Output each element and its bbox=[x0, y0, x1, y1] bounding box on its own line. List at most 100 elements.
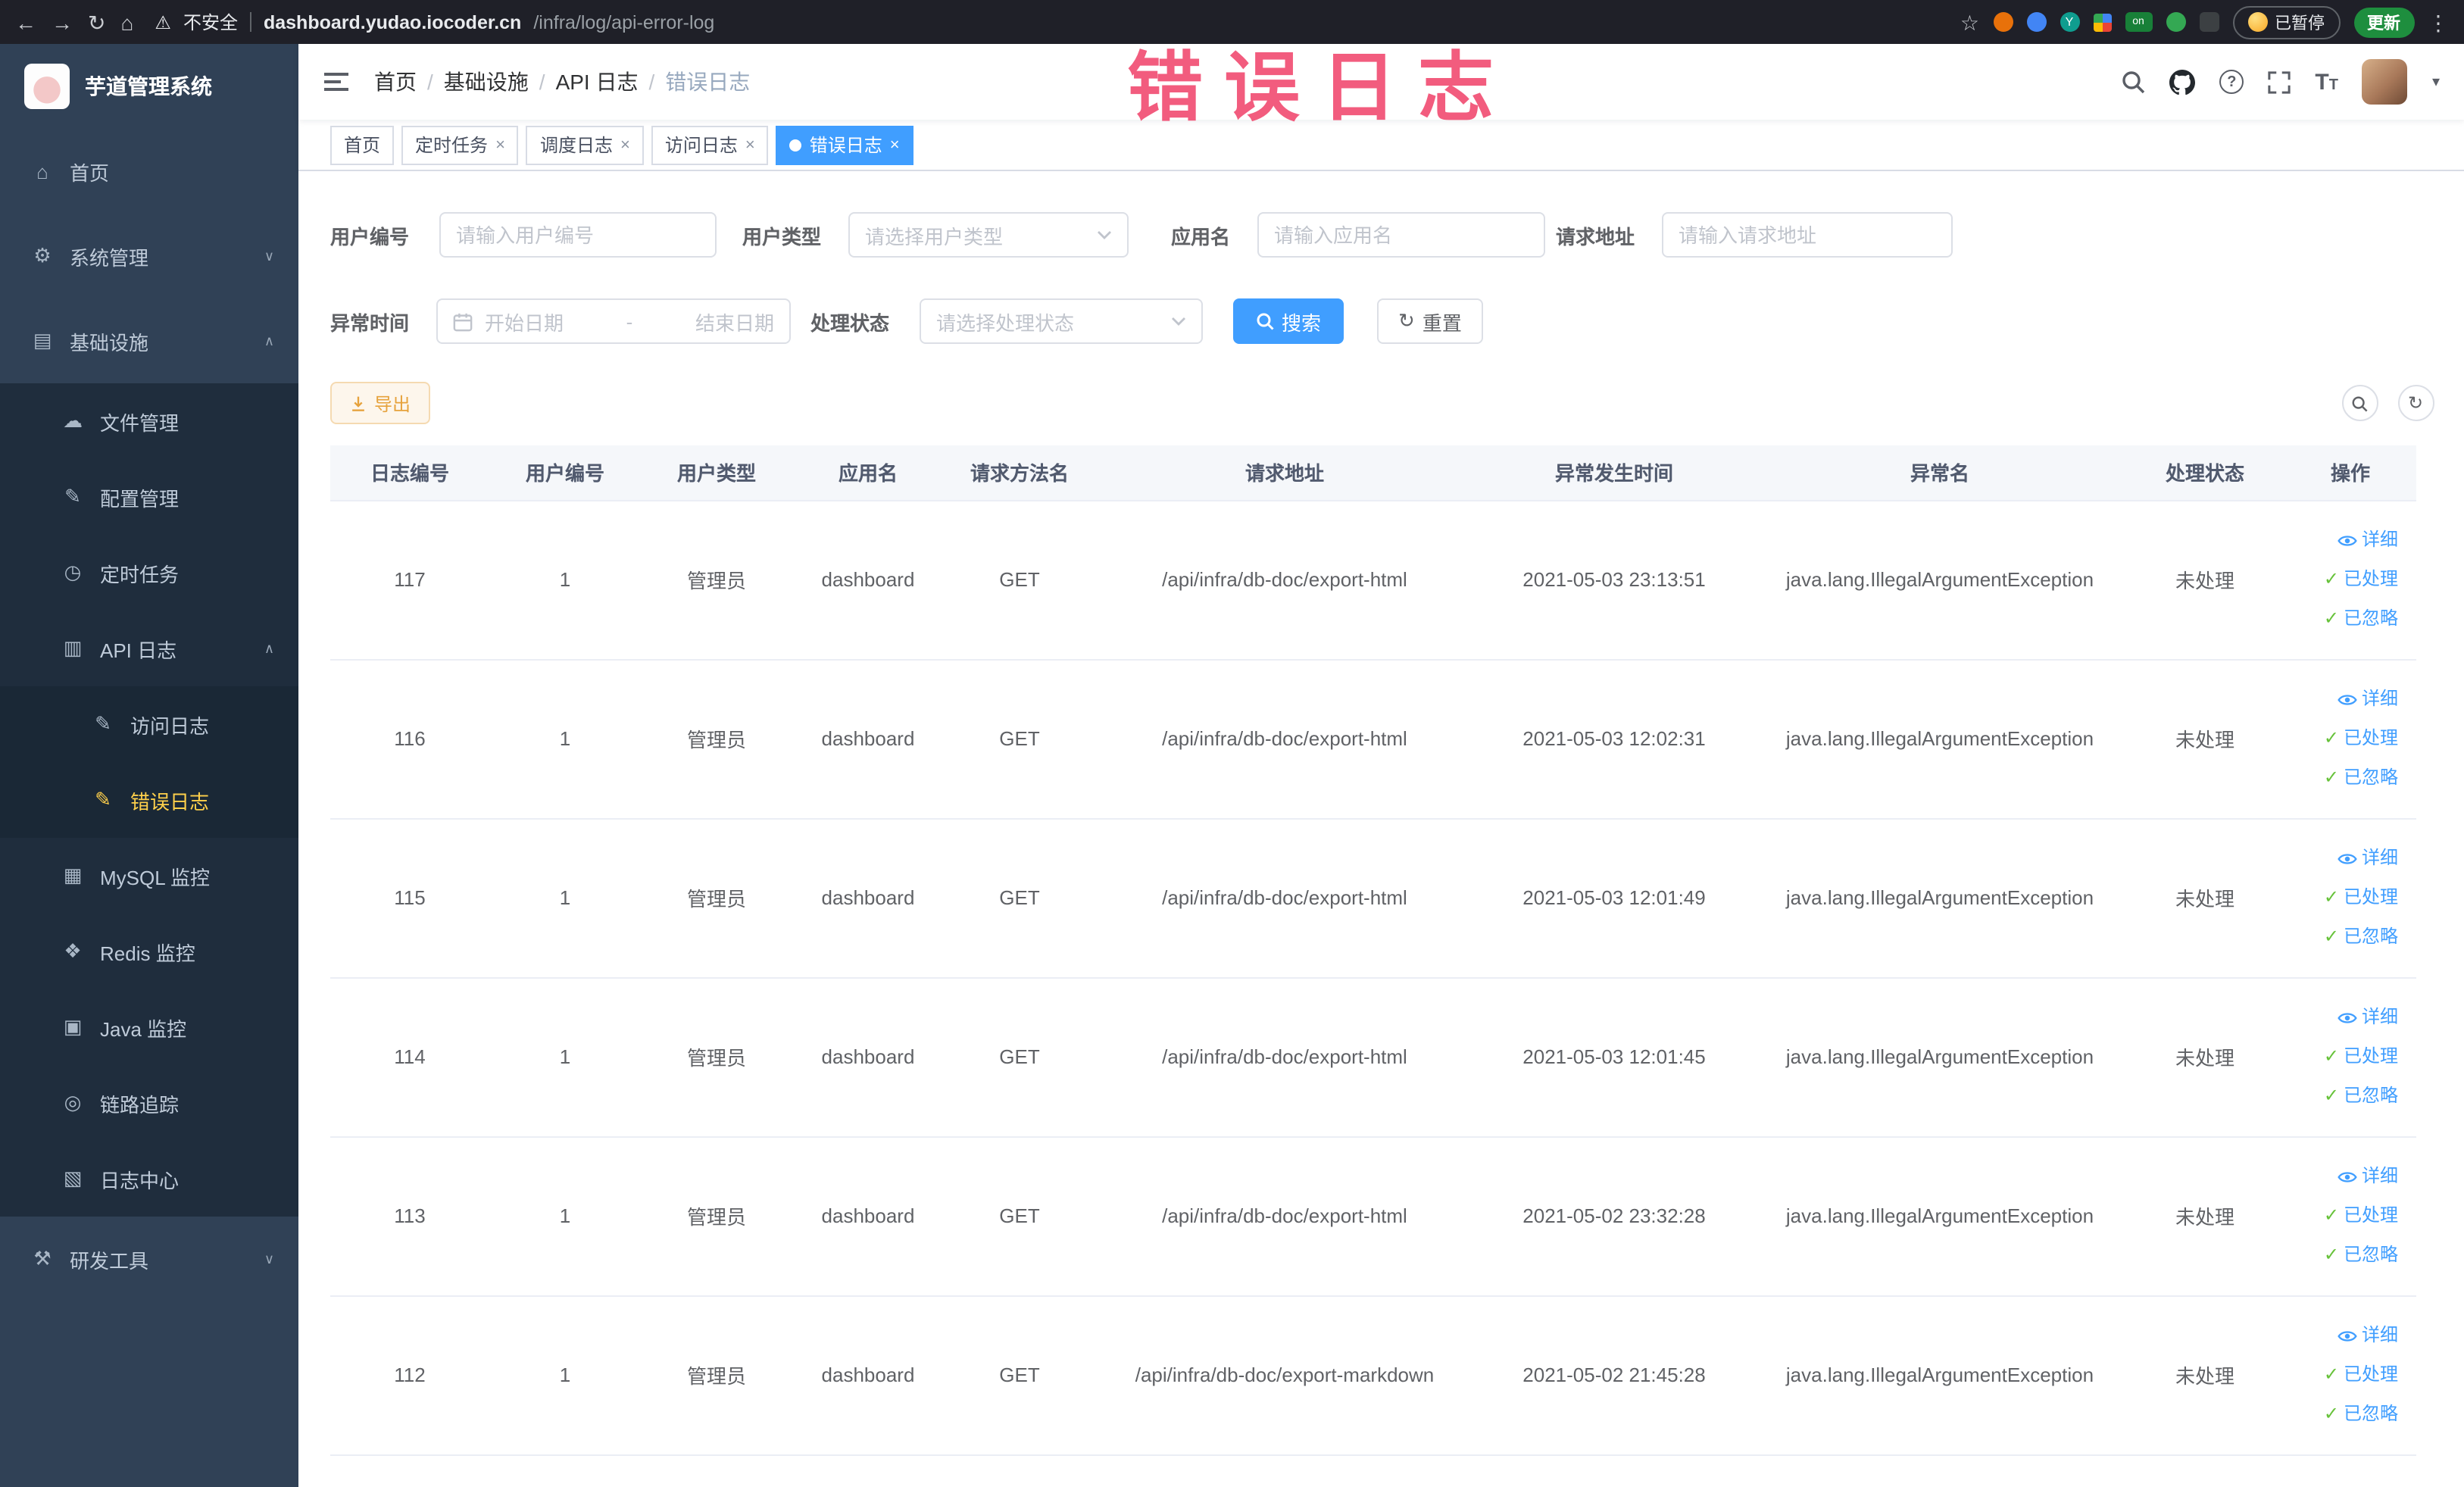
detail-link[interactable]: 详细 bbox=[2338, 839, 2398, 877]
processed-link[interactable]: ✓ 已处理 bbox=[2324, 1356, 2398, 1394]
app-name-field[interactable] bbox=[1257, 212, 1545, 258]
start-date-placeholder[interactable]: 开始日期 bbox=[485, 307, 564, 336]
ignored-link[interactable]: ✓ 已忽略 bbox=[2324, 918, 2398, 956]
back-icon[interactable]: ← bbox=[15, 11, 36, 33]
breadcrumb-item[interactable]: API 日志 bbox=[556, 67, 639, 97]
sidebar-item-infrastructure[interactable]: ▤ 基础设施 ∧ bbox=[0, 298, 298, 383]
user-type-select[interactable]: 请选择用户类型 bbox=[848, 212, 1129, 258]
close-icon[interactable]: × bbox=[890, 136, 900, 154]
update-label: 更新 bbox=[2367, 14, 2400, 33]
processed-link[interactable]: ✓ 已处理 bbox=[2324, 1197, 2398, 1235]
security-label[interactable]: 不安全 bbox=[183, 9, 238, 35]
ignored-link[interactable]: ✓ 已忽略 bbox=[2324, 1236, 2398, 1274]
sidebar-item-file-management[interactable]: ☁ 文件管理 bbox=[0, 383, 298, 459]
sidebar-item-error-log[interactable]: ✎ 错误日志 bbox=[0, 762, 298, 838]
ignored-link[interactable]: ✓ 已忽略 bbox=[2324, 1395, 2398, 1433]
home-icon[interactable]: ⌂ bbox=[120, 11, 133, 33]
caret-down-icon[interactable]: ▾ bbox=[2432, 73, 2440, 90]
processed-link[interactable]: ✓ 已处理 bbox=[2324, 561, 2398, 598]
request-url-field[interactable] bbox=[1662, 212, 1953, 258]
reset-button[interactable]: ↻ 重置 bbox=[1377, 298, 1483, 344]
url-path[interactable]: /infra/log/api-error-log bbox=[533, 11, 714, 33]
tab-access-log[interactable]: 访问日志 × bbox=[651, 125, 769, 164]
detail-link[interactable]: 详细 bbox=[2338, 1317, 2398, 1354]
sidebar-item-log-center[interactable]: ▧ 日志中心 bbox=[0, 1141, 298, 1217]
font-size-icon[interactable]: TT bbox=[2315, 69, 2338, 95]
sidebar-item-redis-monitor[interactable]: ❖ Redis 监控 bbox=[0, 914, 298, 989]
col-status: 处理状态 bbox=[2125, 445, 2284, 501]
user-avatar[interactable] bbox=[2362, 59, 2408, 105]
tab-error-log[interactable]: 错误日志 × bbox=[776, 125, 913, 164]
profile-paused-chip[interactable]: 已暂停 bbox=[2232, 5, 2340, 39]
search-button[interactable]: 搜索 bbox=[1233, 298, 1344, 344]
breadcrumb: 首页 / 基础设施 / API 日志 / 错误日志 bbox=[374, 67, 750, 97]
refresh-button[interactable]: ↻ bbox=[2397, 385, 2434, 421]
sidebar-item-home[interactable]: ⌂ 首页 bbox=[0, 129, 298, 214]
toggle-search-button[interactable] bbox=[2341, 385, 2378, 421]
breadcrumb-item[interactable]: 首页 bbox=[374, 67, 417, 97]
end-date-placeholder[interactable]: 结束日期 bbox=[695, 307, 774, 336]
fullscreen-icon[interactable] bbox=[2268, 70, 2291, 93]
check-icon: ✓ bbox=[2323, 926, 2339, 947]
table-row: 112 1 管理员 dashboard GET /api/infra/db-do… bbox=[330, 1295, 2416, 1455]
extension-icon-teal[interactable]: Y bbox=[2060, 12, 2079, 32]
detail-link[interactable]: 详细 bbox=[2338, 1157, 2398, 1195]
sidebar-item-config-management[interactable]: ✎ 配置管理 bbox=[0, 459, 298, 535]
ignored-link[interactable]: ✓ 已忽略 bbox=[2324, 759, 2398, 797]
user-id-input[interactable] bbox=[456, 223, 700, 246]
sidebar-item-dev-tools[interactable]: ⚒ 研发工具 ∨ bbox=[0, 1217, 298, 1301]
process-status-select[interactable]: 请选择处理状态 bbox=[920, 298, 1203, 344]
bookmark-star-icon[interactable]: ☆ bbox=[1960, 11, 1979, 33]
extension-on-badge[interactable]: on bbox=[2125, 12, 2152, 32]
sidebar-item-trace[interactable]: ◎ 链路追踪 bbox=[0, 1065, 298, 1141]
sidebar-item-mysql-monitor[interactable]: ▦ MySQL 监控 bbox=[0, 838, 298, 914]
app-name-input[interactable] bbox=[1274, 223, 1529, 246]
processed-link[interactable]: ✓ 已处理 bbox=[2324, 879, 2398, 917]
check-icon: ✓ bbox=[2323, 1204, 2339, 1226]
error-log-table: 日志编号 用户编号 用户类型 应用名 请求方法名 请求地址 异常发生时间 异常名… bbox=[330, 445, 2416, 1455]
detail-link[interactable]: 详细 bbox=[2338, 680, 2398, 718]
search-icon[interactable] bbox=[2121, 70, 2145, 94]
breadcrumb-item[interactable]: 基础设施 bbox=[444, 67, 529, 97]
document-icon: ✎ bbox=[95, 788, 111, 811]
close-icon[interactable]: × bbox=[745, 136, 755, 154]
forward-icon[interactable]: → bbox=[52, 11, 73, 33]
reload-icon[interactable]: ↻ bbox=[88, 11, 105, 33]
sidebar-item-java-monitor[interactable]: ▣ Java 监控 bbox=[0, 989, 298, 1065]
detail-link[interactable]: 详细 bbox=[2338, 998, 2398, 1036]
detail-link[interactable]: 详细 bbox=[2338, 521, 2398, 559]
sidebar-item-system-management[interactable]: ⚙ 系统管理 ∨ bbox=[0, 214, 298, 298]
processed-link[interactable]: ✓ 已处理 bbox=[2324, 1038, 2398, 1076]
extensions-puzzle-icon[interactable] bbox=[2199, 12, 2219, 32]
extension-icon-blue[interactable] bbox=[2026, 12, 2046, 32]
tab-dispatch-log[interactable]: 调度日志 × bbox=[526, 125, 644, 164]
extension-icon-green[interactable] bbox=[2166, 12, 2185, 32]
tab-home[interactable]: 首页 bbox=[330, 125, 395, 164]
close-icon[interactable]: × bbox=[620, 136, 630, 154]
user-id-field[interactable] bbox=[439, 212, 717, 258]
url-host[interactable]: dashboard.yudao.iocoder.cn bbox=[264, 11, 521, 33]
sidebar-item-api-logs[interactable]: ▥ API 日志 ∧ bbox=[0, 611, 298, 686]
tab-scheduled-tasks[interactable]: 定时任务 × bbox=[401, 125, 519, 164]
extension-icon-grid[interactable] bbox=[2093, 13, 2111, 31]
eye-icon: ◎ bbox=[64, 1091, 82, 1114]
hamburger-icon[interactable] bbox=[323, 71, 350, 92]
infrastructure-submenu: ☁ 文件管理 ✎ 配置管理 ◷ 定时任务 ▥ API 日志 ∧ ✎ 访问日志 ✎… bbox=[0, 383, 298, 1217]
ignored-link[interactable]: ✓ 已忽略 bbox=[2324, 600, 2398, 638]
check-icon: ✓ bbox=[2323, 1364, 2339, 1385]
sidebar-item-scheduled-tasks[interactable]: ◷ 定时任务 bbox=[0, 535, 298, 611]
extension-icon-orange[interactable] bbox=[1993, 12, 2013, 32]
chevron-up-icon: ∧ bbox=[264, 640, 274, 655]
processed-link[interactable]: ✓ 已处理 bbox=[2324, 720, 2398, 758]
request-url-input[interactable] bbox=[1679, 223, 1936, 246]
update-chip[interactable]: 更新 bbox=[2353, 7, 2414, 37]
help-icon[interactable]: ? bbox=[2219, 70, 2244, 94]
export-button[interactable]: 导出 bbox=[330, 382, 431, 424]
github-icon[interactable] bbox=[2169, 69, 2196, 95]
close-icon[interactable]: × bbox=[495, 136, 505, 154]
sidebar-item-access-log[interactable]: ✎ 访问日志 bbox=[0, 686, 298, 762]
ignored-link[interactable]: ✓ 已忽略 bbox=[2324, 1077, 2398, 1115]
address-bar[interactable]: ⚠ 不安全 dashboard.yudao.iocoder.cn/infra/l… bbox=[155, 9, 1944, 35]
kebab-menu-icon[interactable]: ⋮ bbox=[2428, 11, 2449, 33]
date-range-picker[interactable]: 开始日期 - 结束日期 bbox=[436, 298, 791, 344]
